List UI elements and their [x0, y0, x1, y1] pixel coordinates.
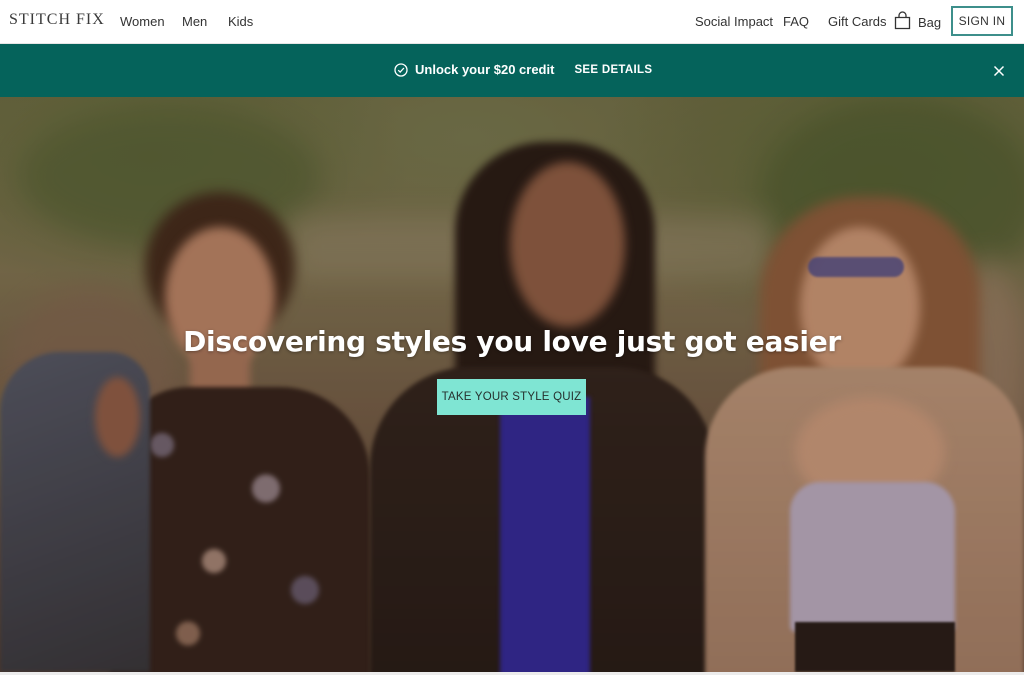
nav-link-faq[interactable]: FAQ: [783, 14, 809, 29]
promo-text: Unlock your $20 credit: [415, 62, 555, 77]
sign-in-button[interactable]: SIGN IN: [951, 6, 1013, 36]
bag-label: Bag: [918, 15, 942, 30]
nav-link-women[interactable]: Women: [120, 14, 165, 29]
nav-link-social-impact[interactable]: Social Impact: [695, 14, 773, 29]
top-navigation: STITCH FIX Women Men Kids Social Impact …: [0, 0, 1024, 44]
close-icon[interactable]: [992, 64, 1006, 78]
see-details-link[interactable]: SEE DETAILS: [574, 64, 652, 76]
hero-section: Discovering styles you love just got eas…: [0, 97, 1024, 672]
stitch-fix-logo[interactable]: STITCH FIX: [9, 11, 105, 29]
bag-button[interactable]: Bag: [894, 11, 941, 30]
take-style-quiz-button[interactable]: TAKE YOUR STYLE QUIZ: [437, 379, 586, 415]
nav-link-men[interactable]: Men: [182, 14, 207, 29]
shopping-bag-icon: [894, 11, 911, 30]
nav-link-gift-cards[interactable]: Gift Cards: [828, 14, 887, 29]
promo-banner: Unlock your $20 credit SEE DETAILS: [0, 44, 1024, 97]
promo-content: Unlock your $20 credit SEE DETAILS: [394, 62, 652, 77]
hero-title: Discovering styles you love just got eas…: [183, 325, 841, 358]
check-circle-icon: [394, 62, 408, 77]
nav-link-kids[interactable]: Kids: [228, 14, 253, 29]
